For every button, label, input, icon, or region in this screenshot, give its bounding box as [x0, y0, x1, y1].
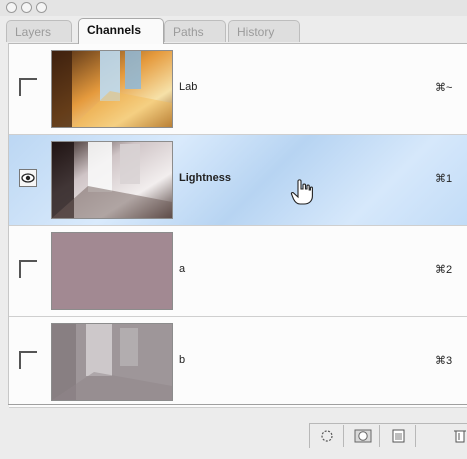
save-selection-as-channel-icon — [354, 429, 372, 443]
tab-channels-label: Channels — [87, 23, 142, 37]
channels-palette-window: Layers Channels Paths History Lab ⌘~ Lig… — [0, 0, 467, 459]
tab-layers-label: Layers — [15, 25, 52, 39]
visibility-toggle-empty[interactable] — [19, 351, 37, 369]
save-selection-button[interactable] — [346, 425, 380, 447]
tab-paths[interactable]: Paths — [164, 20, 226, 42]
tab-history[interactable]: History — [228, 20, 300, 42]
load-selection-button[interactable] — [310, 425, 344, 447]
visibility-toggle-empty[interactable] — [19, 78, 37, 96]
channel-name: Lab — [179, 81, 198, 93]
channel-thumbnail-b — [51, 323, 173, 401]
channel-row-lab[interactable]: Lab ⌘~ — [9, 44, 467, 135]
visibility-toggle-empty[interactable] — [19, 260, 37, 278]
flat-channel-image — [52, 233, 172, 309]
channel-shortcut: ⌘1 — [435, 173, 453, 185]
channels-footer — [8, 418, 467, 458]
faint-window-scene-image — [52, 324, 172, 400]
window-scene-grayscale-image — [52, 142, 172, 218]
zoom-window-icon[interactable] — [36, 2, 47, 13]
delete-channel-icon — [454, 430, 466, 443]
eye-icon — [21, 173, 35, 183]
close-window-icon[interactable] — [6, 2, 17, 13]
tab-paths-label: Paths — [173, 25, 204, 39]
channel-row-b[interactable]: b ⌘3 — [9, 317, 467, 408]
load-channel-as-selection-icon — [321, 430, 333, 442]
tab-history-label: History — [237, 25, 275, 39]
tab-channels[interactable]: Channels — [78, 18, 164, 44]
channel-thumbnail-a — [51, 232, 173, 310]
title-bar — [0, 0, 467, 16]
channel-shortcut: ⌘~ — [435, 82, 453, 94]
new-channel-icon — [392, 429, 405, 443]
channel-thumbnail-lightness — [51, 141, 173, 219]
tab-layers[interactable]: Layers — [6, 20, 72, 42]
visibility-toggle-on[interactable] — [19, 169, 37, 187]
footer-divider — [8, 404, 467, 405]
channel-shortcut: ⌘2 — [435, 264, 453, 276]
delete-channel-button[interactable] — [418, 425, 467, 447]
channel-name: a — [179, 263, 186, 275]
window-scene-color-image — [52, 51, 172, 127]
channel-shortcut: ⌘3 — [435, 355, 453, 367]
channel-name: b — [179, 354, 186, 366]
channel-name: Lightness — [179, 172, 231, 184]
channel-row-lightness[interactable]: Lightness ⌘1 — [9, 135, 467, 226]
channels-list: Lab ⌘~ Lightness ⌘1 a ⌘2 b ⌘3 — [8, 43, 467, 408]
palette-tabs: Layers Channels Paths History — [6, 18, 466, 44]
footer-button-bar — [309, 423, 467, 448]
minimize-window-icon[interactable] — [21, 2, 32, 13]
new-channel-button[interactable] — [382, 425, 416, 447]
channel-thumbnail-lab — [51, 50, 173, 128]
channel-row-a[interactable]: a ⌘2 — [9, 226, 467, 317]
